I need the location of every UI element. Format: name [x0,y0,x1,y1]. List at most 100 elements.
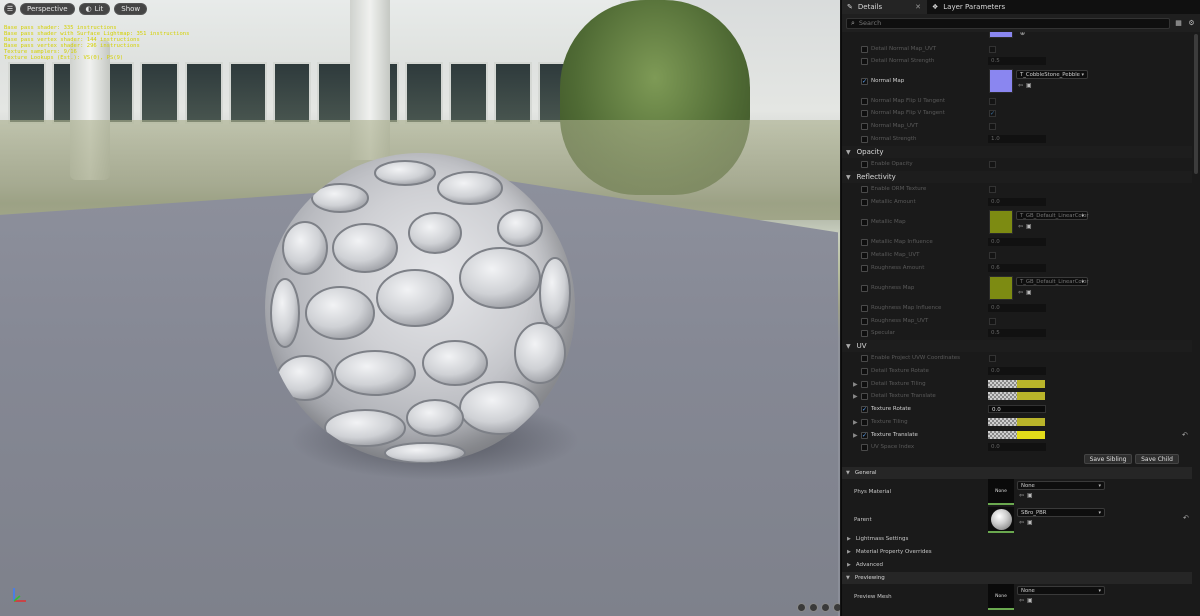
value-checkbox[interactable] [989,317,996,325]
use-selected-icon[interactable]: ⇦ [1018,289,1023,296]
checkbox[interactable] [861,329,868,337]
reset-icon[interactable]: ↶ [1182,431,1188,439]
lit-button[interactable]: ◐ Lit [78,3,111,15]
save-child-button[interactable]: Save Child [1135,454,1179,464]
normal-map-dropdown[interactable]: T_CobbleStone_Pebble_N ▾ [1016,70,1088,79]
reset-icon[interactable]: ↶ [1183,514,1189,522]
value-checkbox[interactable] [989,354,996,362]
value-field[interactable]: 0.0 [988,304,1046,312]
checkbox[interactable] [861,264,868,272]
vector-swatch[interactable] [988,380,1045,388]
checkbox[interactable] [861,418,868,426]
checkbox[interactable] [861,198,868,206]
checkbox[interactable] [861,238,868,246]
value-field[interactable]: 0.0 [988,405,1046,413]
checkbox[interactable] [861,317,868,325]
roughness-map-swatch[interactable] [989,276,1013,300]
category-property-overrides[interactable]: ▶ Material Property Overrides [842,546,1192,558]
value-field[interactable]: 1.0 [988,135,1046,143]
search-field[interactable]: ⌕ [846,17,1170,29]
use-selected-icon[interactable]: ⇦ [1019,597,1024,604]
checkbox[interactable] [861,122,868,130]
value-field[interactable]: 0.0 [988,238,1046,246]
expand-arrow-icon[interactable]: ▶ [853,419,858,426]
value-field[interactable]: 0.0 [988,367,1046,375]
viewport[interactable]: ☰ Perspective ◐ Lit Show Base pass shade… [0,0,840,616]
value-field[interactable]: 0.5 [988,329,1046,337]
expand-arrow-icon[interactable]: ▶ [853,393,858,400]
vector-swatch[interactable] [988,431,1045,439]
value-checkbox[interactable] [989,185,996,193]
browse-icon[interactable]: ▣ [1026,82,1032,89]
checkbox[interactable]: ✓ [861,431,868,439]
checkbox[interactable] [861,380,868,388]
phys-material-dropdown[interactable]: None ▾ [1017,481,1105,490]
settings-icon[interactable]: ⚙ [1187,19,1196,28]
browse-icon[interactable]: ▣ [1026,223,1032,230]
close-icon[interactable]: ✕ [915,3,921,11]
group-opacity[interactable]: ▼ Opacity [842,146,1192,158]
scrollbar[interactable] [1194,34,1198,174]
parent-dropdown[interactable]: SBro_PBR ▾ [1017,508,1105,517]
checkbox[interactable] [861,109,868,117]
grid-icon[interactable] [821,603,830,612]
checkbox[interactable] [861,443,868,451]
value-checkbox[interactable] [989,45,996,53]
checkbox[interactable] [861,45,868,53]
checkbox[interactable] [861,251,868,259]
normal-map-swatch[interactable] [989,69,1013,93]
vector-swatch[interactable] [988,392,1045,400]
save-sibling-button[interactable]: Save Sibling [1084,454,1132,464]
checkbox[interactable] [861,392,868,400]
tab-layer-parameters[interactable]: ❖ Layer Parameters [927,0,1010,14]
expand-arrow-icon[interactable]: ▶ [853,381,858,388]
roughness-map-dropdown[interactable]: T_GB_Default_LinearColor ▾ [1016,277,1089,286]
value-field[interactable]: 0.0 [988,198,1046,206]
phys-material-thumbnail[interactable]: None [988,479,1014,505]
value-field[interactable]: 0.0 [988,443,1046,451]
texture-swatch[interactable] [989,32,1013,38]
tab-details[interactable]: ✎ Details ✕ [842,0,927,14]
expand-arrow-icon[interactable]: ▶ [853,432,858,439]
value-checkbox[interactable] [989,97,996,105]
browse-icon[interactable]: ▣ [1027,519,1033,526]
checkbox[interactable] [861,97,868,105]
preview-mesh-dropdown[interactable]: None ▾ [1017,586,1105,595]
parent-thumbnail[interactable] [988,507,1014,533]
value-checkbox[interactable]: ✓ [989,109,996,117]
group-reflectivity[interactable]: ▼ Reflectivity [842,171,1192,183]
category-previewing[interactable]: ▼ Previewing [842,572,1192,584]
checkbox[interactable] [861,304,868,312]
browse-icon[interactable]: ▣ [1027,597,1033,604]
viewport-options-button[interactable]: ☰ [4,3,16,15]
checkbox[interactable] [861,354,868,362]
category-general[interactable]: ▼ General [842,467,1192,479]
use-selected-icon[interactable]: ⇦ [1019,492,1024,499]
checkbox[interactable] [861,218,868,226]
group-uv[interactable]: ▼ UV [842,340,1192,352]
perspective-button[interactable]: Perspective [20,3,75,15]
checkbox[interactable] [861,135,868,143]
search-input[interactable] [858,19,1169,27]
camera-icon[interactable] [809,603,818,612]
checkbox[interactable] [861,160,868,168]
use-selected-icon[interactable]: ⇦ [1018,223,1023,230]
metallic-map-dropdown[interactable]: T_GB_Default_LinearColor ▾ [1016,211,1089,220]
checkbox[interactable]: ✓ [861,77,868,85]
preview-sphere[interactable] [265,153,575,463]
browse-icon[interactable]: ▣ [1026,289,1032,296]
use-selected-icon[interactable]: ⇦ [1019,519,1024,526]
vector-swatch[interactable] [988,418,1045,426]
value-field[interactable]: 0.6 [988,264,1046,272]
checkbox[interactable] [861,185,868,193]
browse-icon[interactable]: ▣ [1027,492,1033,499]
category-lightmass[interactable]: ▶ Lightmass Settings [842,533,1192,545]
checkbox[interactable] [861,57,868,65]
use-selected-icon[interactable]: ⇦ [1018,82,1023,89]
sphere-mesh-icon[interactable] [833,603,840,612]
value-checkbox[interactable] [989,122,996,130]
show-button[interactable]: Show [114,3,148,15]
value-field[interactable]: 0.5 [988,57,1046,65]
value-checkbox[interactable] [989,160,996,168]
checkbox[interactable] [861,367,868,375]
